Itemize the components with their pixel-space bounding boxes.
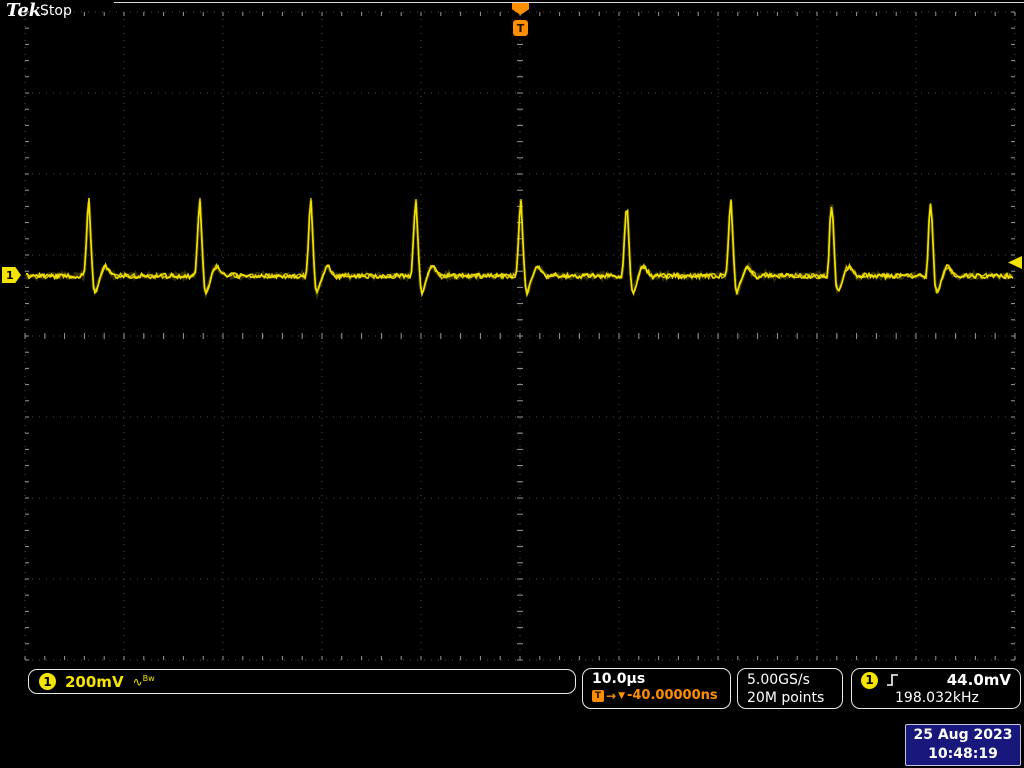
- oscilloscope-screen: Tek Stop T 1 1 200mV ∿Bw 10.0µs T → ▼ -4…: [0, 0, 1024, 768]
- trigger-source-icon: T: [592, 690, 604, 702]
- trigger-delay-readout: T → ▼ -40.00000ns: [592, 688, 721, 703]
- acquisition-status: Stop: [40, 3, 72, 19]
- date-label: 25 Aug 2023: [913, 726, 1012, 745]
- graticule-and-waveform: [0, 0, 1024, 768]
- time-label: 10:48:19: [928, 745, 998, 764]
- coupling-icon: ∿: [133, 675, 143, 689]
- datetime-box: 25 Aug 2023 10:48:19: [905, 724, 1021, 766]
- acquisition-readout-box[interactable]: 5.00GS/s 20M points: [737, 668, 843, 709]
- trigger-source-row: 1 44.0mV: [861, 671, 1011, 689]
- sample-rate: 5.00GS/s: [747, 671, 833, 689]
- brand-logo: Tek: [6, 0, 41, 21]
- bandwidth-label: Bw: [143, 674, 155, 683]
- trigger-marker-icon: ▼: [618, 691, 625, 701]
- trigger-slope-icon: [886, 673, 899, 687]
- trigger-source-badge: 1: [861, 672, 878, 689]
- record-length: 20M points: [747, 689, 833, 707]
- horizontal-readout-box[interactable]: 10.0µs T → ▼ -40.00000ns: [582, 668, 731, 709]
- arrow-right-icon: →: [606, 689, 616, 703]
- channel1-readout-box[interactable]: 1 200mV ∿Bw: [28, 669, 576, 694]
- channel1-scale: 200mV: [65, 673, 124, 691]
- channel1-coupling: ∿Bw: [133, 675, 155, 689]
- horizontal-scale: 10.0µs: [592, 671, 721, 687]
- top-border-line: [114, 2, 1024, 3]
- trigger-readout-box[interactable]: 1 44.0mV 198.032kHz: [851, 668, 1021, 709]
- trigger-level-value: 44.0mV: [947, 671, 1011, 689]
- trigger-position-badge[interactable]: T: [513, 20, 528, 36]
- channel1-badge: 1: [39, 673, 56, 690]
- trigger-delay-value: -40.00000ns: [627, 688, 718, 703]
- trigger-frequency: 198.032kHz: [895, 690, 1011, 706]
